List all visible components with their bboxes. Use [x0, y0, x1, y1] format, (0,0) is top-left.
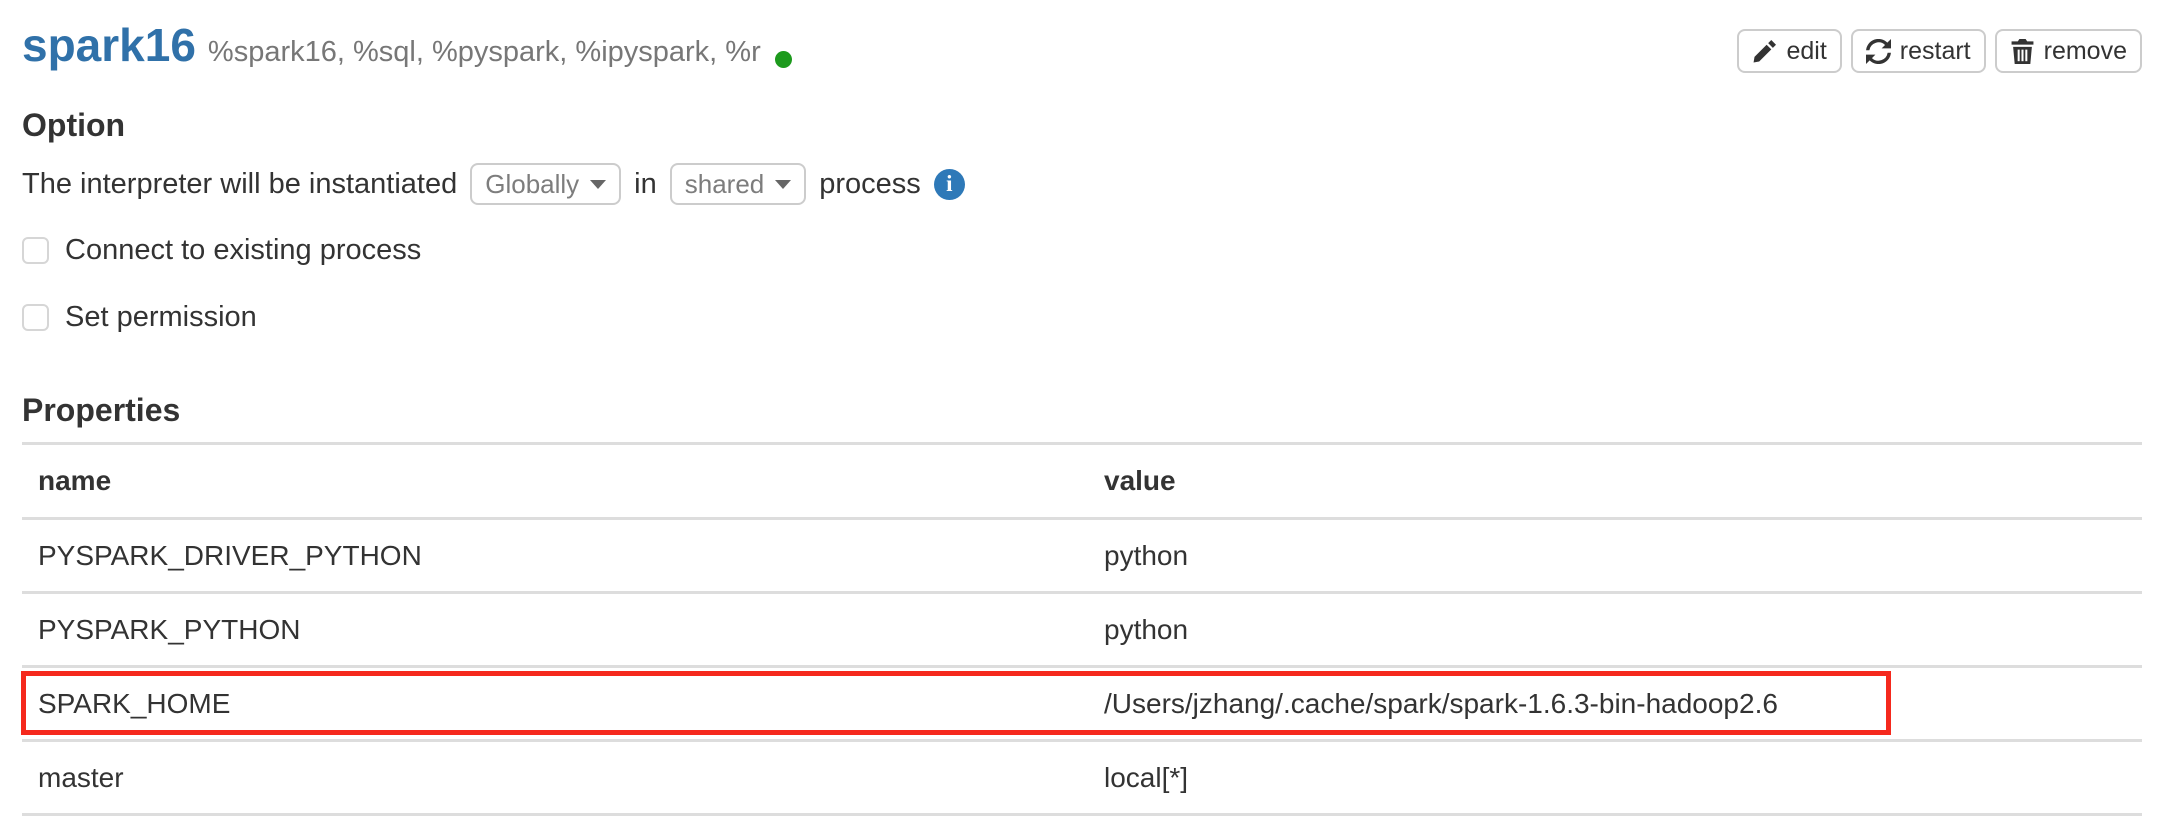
chevron-down-icon	[590, 180, 606, 189]
set-permission-option: Set permission	[22, 300, 2172, 334]
option-heading: Option	[22, 107, 2172, 143]
table-row: SPARK_HOME /Users/jzhang/.cache/spark/sp…	[22, 665, 2142, 739]
instantiation-sentence: The interpreter will be instantiated Glo…	[22, 161, 2172, 207]
property-value: python	[1088, 614, 1188, 646]
connect-existing-process-label: Connect to existing process	[65, 234, 421, 267]
column-header-name: name	[22, 465, 1088, 497]
property-name: master	[22, 762, 1088, 794]
table-row: PYSPARK_PYTHON python	[22, 591, 2142, 665]
status-dot	[775, 51, 792, 68]
title-line: spark16 %spark16, %sql, %pyspark, %ipysp…	[22, 18, 792, 72]
header-actions: edit restart	[1737, 29, 2142, 73]
binding-mode-select[interactable]: Globally	[470, 163, 621, 205]
binding-mode-value: Globally	[485, 169, 579, 200]
interpreter-title: spark16	[22, 18, 196, 72]
connect-existing-process-checkbox[interactable]	[22, 237, 49, 264]
pencil-icon	[1752, 39, 1777, 64]
trash-icon	[2010, 39, 2035, 64]
process-scope-select[interactable]: shared	[670, 163, 807, 205]
header: spark16 %spark16, %sql, %pyspark, %ipysp…	[0, 0, 2172, 73]
property-value: /Users/jzhang/.cache/spark/spark-1.6.3-b…	[1088, 688, 1778, 720]
instantiation-text-prefix: The interpreter will be instantiated	[22, 168, 457, 201]
property-value: python	[1088, 540, 1188, 572]
instantiation-text-suffix: process	[819, 168, 921, 201]
interpreter-settings-page: spark16 %spark16, %sql, %pyspark, %ipysp…	[0, 0, 2172, 818]
edit-button-label: edit	[1786, 37, 1826, 66]
property-name: PYSPARK_PYTHON	[22, 614, 1088, 646]
remove-button-label: remove	[2044, 37, 2127, 66]
property-name: PYSPARK_DRIVER_PYTHON	[22, 540, 1088, 572]
table-header-row: name value	[22, 442, 2142, 517]
chevron-down-icon	[775, 180, 791, 189]
set-permission-label: Set permission	[65, 301, 257, 334]
properties-table: name value PYSPARK_DRIVER_PYTHON python …	[22, 442, 2142, 816]
restart-button[interactable]: restart	[1851, 29, 1986, 73]
table-row: PYSPARK_DRIVER_PYTHON python	[22, 517, 2142, 591]
table-row: master local[*]	[22, 739, 2142, 813]
connect-existing-process-option: Connect to existing process	[22, 233, 2172, 267]
set-permission-checkbox[interactable]	[22, 304, 49, 331]
property-name: SPARK_HOME	[22, 688, 1088, 720]
restart-button-label: restart	[1900, 37, 1971, 66]
column-header-value: value	[1088, 465, 1176, 497]
info-icon[interactable]: i	[934, 169, 965, 200]
property-value: local[*]	[1088, 762, 1188, 794]
remove-button[interactable]: remove	[1995, 29, 2142, 73]
instantiation-text-conjunction: in	[634, 168, 657, 201]
properties-heading: Properties	[22, 392, 2172, 428]
edit-button[interactable]: edit	[1737, 29, 1841, 73]
interpreter-bindings: %spark16, %sql, %pyspark, %ipyspark, %r	[208, 36, 761, 69]
refresh-icon	[1866, 39, 1891, 64]
process-scope-value: shared	[685, 169, 765, 200]
table-body: PYSPARK_DRIVER_PYTHON python PYSPARK_PYT…	[22, 517, 2142, 813]
